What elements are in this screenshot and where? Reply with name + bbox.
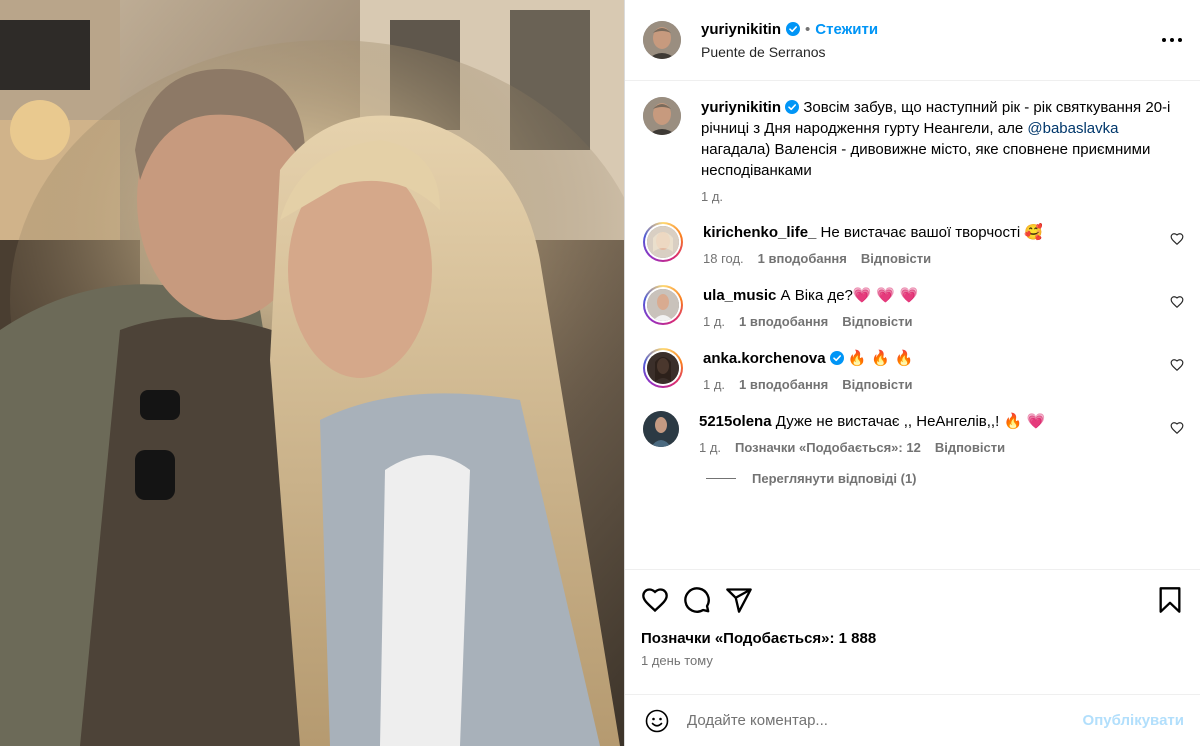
- author-info: yuriynikitin • Стежити Puente de Serrano…: [701, 21, 1160, 60]
- post-photo-art: [0, 0, 624, 746]
- like-comment-heart-icon[interactable]: [1170, 421, 1184, 435]
- emoji-picker-icon[interactable]: [645, 709, 669, 733]
- comment-likes[interactable]: 1 вподобання: [739, 314, 828, 329]
- author-avatar[interactable]: [643, 21, 681, 59]
- comment-emoji: 🔥 🔥 🔥: [847, 349, 914, 367]
- comment-username[interactable]: 5215olena: [699, 413, 772, 430]
- comment-item: ula_music А Віка де?💗 💗 💗 1 д. 1 вподобан…: [643, 285, 1184, 329]
- post-photo[interactable]: [0, 0, 624, 746]
- comment-emoji: 🔥 💗: [1003, 412, 1046, 430]
- save-bookmark-icon[interactable]: [1156, 586, 1184, 614]
- comment-avatar-ring[interactable]: [643, 285, 683, 325]
- comment-input[interactable]: [687, 712, 1083, 729]
- caption-text-end: нагадала) Валенсія - дивовижне місто, як…: [701, 141, 1151, 179]
- reply-button[interactable]: Відповісти: [861, 251, 931, 266]
- comment-avatar-ring[interactable]: [643, 348, 683, 388]
- verified-badge-icon: [829, 351, 844, 365]
- like-comment-heart-icon[interactable]: [1170, 295, 1184, 309]
- post-location[interactable]: Puente de Serranos: [701, 44, 1160, 60]
- comment-username[interactable]: anka.korchenova: [703, 350, 826, 367]
- comment-likes[interactable]: Позначки «Подобається»: 12: [735, 440, 921, 455]
- like-heart-icon[interactable]: [641, 586, 669, 614]
- comment-avatar: [647, 352, 679, 384]
- comment-time[interactable]: 1 д.: [699, 440, 721, 455]
- post-comment-button[interactable]: Опублікувати: [1083, 712, 1184, 729]
- comment-avatar[interactable]: [643, 411, 679, 447]
- comment-likes[interactable]: 1 вподобання: [739, 377, 828, 392]
- comment-text: А Віка де?: [776, 287, 853, 304]
- like-comment-heart-icon[interactable]: [1170, 358, 1184, 372]
- more-options-button[interactable]: [1160, 28, 1184, 52]
- comment-avatar: [647, 226, 679, 258]
- post-actions: Позначки «Подобається»: 1 888 1 день том…: [625, 569, 1200, 694]
- comment-item: anka.korchenova 🔥 🔥 🔥 1 д. 1 вподобання Ві…: [643, 348, 1184, 392]
- comment-item: 5215olena Дуже не вистачає ,, НеАнгелів,…: [643, 411, 1184, 455]
- comment-emoji: 💗 💗 💗: [852, 286, 919, 304]
- comment-text: Не вистачає вашої творчості: [816, 224, 1025, 241]
- comment-likes[interactable]: 1 вподобання: [758, 251, 847, 266]
- view-replies-button[interactable]: Переглянути відповіді (1): [706, 471, 1184, 486]
- likes-count[interactable]: Позначки «Подобається»: 1 888: [641, 630, 1184, 647]
- reply-button[interactable]: Відповісти: [842, 314, 912, 329]
- comment-username[interactable]: ula_music: [703, 287, 776, 304]
- caption-avatar[interactable]: [643, 97, 681, 135]
- reply-button[interactable]: Відповісти: [935, 440, 1005, 455]
- posted-time[interactable]: 1 день тому: [641, 653, 1184, 668]
- caption-time[interactable]: 1 д.: [701, 189, 723, 204]
- comment-time[interactable]: 1 д.: [703, 377, 725, 392]
- comment-composer: Опублікувати: [625, 694, 1200, 746]
- view-replies-label: Переглянути відповіді (1): [752, 471, 917, 486]
- verified-badge-icon: [786, 22, 801, 36]
- replies-divider: [706, 478, 736, 479]
- comment-time[interactable]: 18 год.: [703, 251, 744, 266]
- caption-username[interactable]: yuriynikitin: [701, 99, 781, 116]
- caption: yuriynikitin Зовсім забув, що наступний …: [643, 97, 1184, 204]
- comment-avatar: [647, 289, 679, 321]
- comment-avatar-ring[interactable]: [643, 222, 683, 262]
- post-details-panel: yuriynikitin • Стежити Puente de Serrano…: [624, 0, 1200, 746]
- separator-dot: •: [805, 20, 811, 38]
- follow-button[interactable]: Стежити: [815, 21, 878, 38]
- comment-username[interactable]: kirichenko_life_: [703, 224, 816, 241]
- verified-badge-icon: [785, 100, 800, 114]
- caption-mention[interactable]: @babaslavka: [1027, 120, 1118, 137]
- comment-text: Дуже не вистачає ,, НеАнгелів,,!: [771, 413, 1004, 430]
- share-icon[interactable]: [725, 586, 753, 614]
- comment-emoji: 🥰: [1024, 223, 1044, 241]
- comment-icon[interactable]: [683, 586, 711, 614]
- comment-time[interactable]: 1 д.: [703, 314, 725, 329]
- comment-item: kirichenko_life_ Не вистачає вашої творч…: [643, 222, 1184, 266]
- comments-list[interactable]: yuriynikitin Зовсім забув, що наступний …: [625, 81, 1200, 569]
- more-options-icon: [1162, 38, 1182, 42]
- post-header: yuriynikitin • Стежити Puente de Serrano…: [625, 0, 1200, 81]
- like-comment-heart-icon[interactable]: [1170, 232, 1184, 246]
- author-username[interactable]: yuriynikitin: [701, 21, 781, 38]
- reply-button[interactable]: Відповісти: [842, 377, 912, 392]
